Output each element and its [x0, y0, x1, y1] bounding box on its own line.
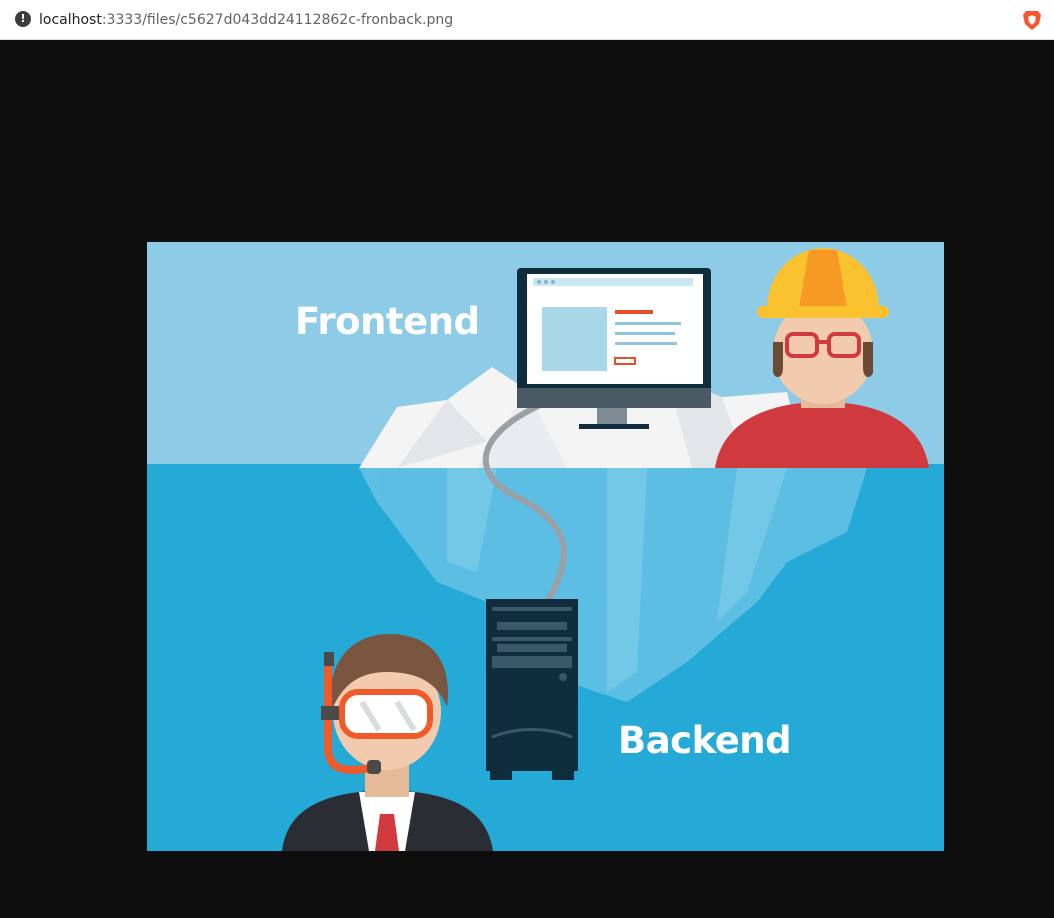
browser-address-bar: ! localhost:3333/files/c5627d043dd241128… — [0, 0, 1054, 40]
brave-shield-icon[interactable] — [1022, 10, 1042, 31]
url-path: :3333/files/c5627d043dd24112862c-fronbac… — [101, 12, 454, 28]
image-viewer: Frontend Backend — [147, 242, 944, 851]
frontend-label: Frontend — [295, 300, 480, 343]
url-field[interactable]: localhost:3333/files/c5627d043dd24112862… — [39, 9, 453, 31]
monitor-icon — [517, 268, 711, 429]
server-icon — [486, 599, 578, 780]
url-host: localhost — [39, 12, 102, 28]
info-icon[interactable]: ! — [15, 11, 31, 27]
frontend-backend-illustration — [147, 242, 944, 851]
backend-label: Backend — [618, 719, 792, 762]
